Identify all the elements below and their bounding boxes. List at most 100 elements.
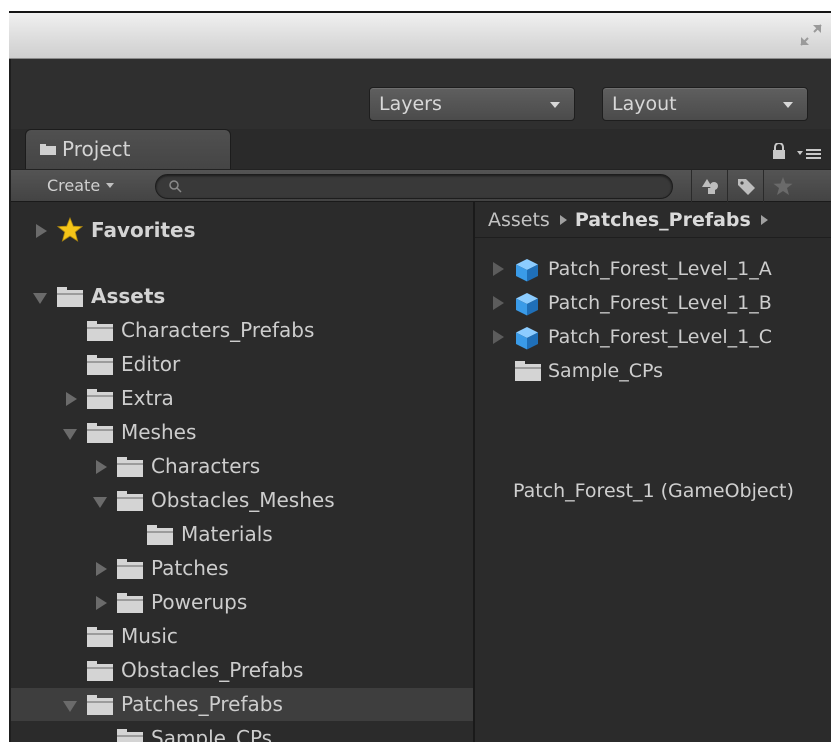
tree-item-label: Obstacles_Meshes: [151, 488, 335, 512]
tree-item-sample-cps[interactable]: Sample_CPs: [9, 722, 473, 742]
editor-window: Layers Layout Project Create Favorites A…: [9, 11, 831, 742]
expand-arrow-icon[interactable]: [493, 262, 504, 276]
tab-project[interactable]: Project: [25, 129, 231, 173]
prefab-cube-icon: [516, 259, 538, 282]
tag-icon: [738, 179, 755, 195]
expand-arrow-icon[interactable]: [96, 460, 107, 474]
breadcrumb-patches-prefabs[interactable]: Patches_Prefabs: [575, 209, 751, 231]
chevron-down-icon: [106, 183, 115, 188]
prefab-cube-icon: [516, 327, 538, 350]
folder-icon: [87, 423, 113, 443]
folder-icon: [117, 593, 143, 613]
star-icon: [773, 177, 793, 195]
search-icon: [169, 180, 182, 193]
folder-icon: [87, 695, 113, 715]
create-button[interactable]: Create: [39, 173, 122, 199]
layers-dropdown[interactable]: Layers: [369, 87, 575, 121]
tree-item-patches[interactable]: Patches: [9, 552, 473, 585]
folder-icon: [117, 559, 143, 579]
collapse-arrow-icon[interactable]: [63, 429, 77, 440]
folder-icon: [87, 661, 113, 681]
tree-item-label: Patches_Prefabs: [121, 692, 283, 716]
tree-item-obstacles-prefabs[interactable]: Obstacles_Prefabs: [9, 654, 473, 687]
tab-strip: Project: [9, 129, 831, 173]
asset-label: Sample_CPs: [548, 360, 664, 382]
tree-item-label: Characters: [151, 454, 261, 478]
tree-item-label: Meshes: [121, 420, 197, 444]
folder-icon: [57, 287, 83, 307]
layout-dropdown[interactable]: Layout: [602, 87, 808, 121]
tree-item-label: Editor: [121, 352, 181, 376]
breadcrumb: Assets Patches_Prefabs: [475, 202, 831, 238]
asset-item-patch-b[interactable]: Patch_Forest_Level_1_B: [475, 286, 831, 320]
folder-icon: [117, 729, 143, 742]
folder-icon: [87, 355, 113, 375]
tab-menu-icon[interactable]: [797, 147, 821, 161]
tree-item-label: Extra: [121, 386, 174, 410]
title-bar: [9, 11, 831, 59]
folder-icon: [87, 389, 113, 409]
asset-list: Assets Patches_Prefabs Patch_Forest_Level…: [475, 202, 831, 742]
asset-label: Patch_Forest_Level_1_C: [548, 326, 773, 348]
search-input[interactable]: [155, 174, 673, 199]
layout-dropdown-label: Layout: [612, 93, 677, 115]
tree-item-label: Obstacles_Prefabs: [121, 658, 304, 682]
asset-label: Patch_Forest_Level_1_A: [548, 258, 772, 280]
asset-label: Patch_Forest_Level_1_B: [548, 292, 772, 314]
tree-item-favorites[interactable]: Favorites: [9, 214, 473, 247]
main-toolbar: Layers Layout: [9, 59, 831, 139]
title-bar-edge: [9, 11, 831, 13]
tree-item-label: Assets: [91, 284, 166, 308]
expand-arrow-icon[interactable]: [493, 330, 504, 344]
expand-arrow-icon[interactable]: [96, 562, 107, 576]
tree-item-editor[interactable]: Editor: [9, 348, 473, 381]
tree-item-obstacles-meshes[interactable]: Obstacles_Meshes: [9, 484, 473, 517]
filter-by-type-button[interactable]: [691, 170, 727, 202]
tab-label: Project: [62, 137, 131, 161]
drag-preview-label: Patch_Forest_1 (GameObject): [513, 480, 794, 502]
expand-arrow-icon[interactable]: [96, 596, 107, 610]
asset-item-patch-a[interactable]: Patch_Forest_Level_1_A: [475, 252, 831, 286]
tree-item-characters-prefabs[interactable]: Characters_Prefabs: [9, 314, 473, 347]
tree-item-patches-prefabs[interactable]: Patches_Prefabs: [9, 688, 473, 721]
expand-arrow-icon[interactable]: [493, 296, 504, 310]
folder-icon: [87, 321, 113, 341]
filter-by-label-button[interactable]: [727, 170, 763, 202]
folder-icon: [515, 361, 541, 381]
chevron-down-icon: [783, 102, 793, 108]
project-toolbar: Create: [9, 169, 831, 202]
fullscreen-icon[interactable]: [797, 21, 825, 49]
tree-item-music[interactable]: Music: [9, 620, 473, 653]
star-icon: [57, 217, 83, 242]
folder-icon: [40, 144, 56, 155]
layers-dropdown-label: Layers: [379, 93, 442, 115]
tree-item-extra[interactable]: Extra: [9, 382, 473, 415]
collapse-arrow-icon[interactable]: [33, 293, 47, 304]
asset-item-patch-c[interactable]: Patch_Forest_Level_1_C: [475, 320, 831, 354]
collapse-arrow-icon[interactable]: [93, 497, 107, 508]
folder-icon: [147, 525, 173, 545]
folder-icon: [87, 627, 113, 647]
folder-tree: Favorites Assets Characters_Prefabs Edit…: [9, 202, 473, 742]
breadcrumb-assets[interactable]: Assets: [488, 209, 550, 231]
chevron-down-icon: [550, 102, 560, 108]
tree-item-materials[interactable]: Materials: [9, 518, 473, 551]
tree-item-label: Music: [121, 624, 178, 648]
folder-icon: [117, 491, 143, 511]
tree-item-powerups[interactable]: Powerups: [9, 586, 473, 619]
tree-item-label: Characters_Prefabs: [121, 318, 315, 342]
collapse-arrow-icon[interactable]: [63, 701, 77, 712]
tree-item-label: Favorites: [91, 218, 196, 242]
tree-item-label: Patches: [151, 556, 229, 580]
asset-item-sample-cps[interactable]: Sample_CPs: [475, 354, 831, 388]
tree-item-meshes[interactable]: Meshes: [9, 416, 473, 449]
lock-icon[interactable]: [772, 143, 786, 159]
tree-item-label: Materials: [181, 522, 273, 546]
expand-arrow-icon[interactable]: [36, 224, 47, 238]
tree-item-assets[interactable]: Assets: [9, 280, 473, 313]
expand-arrow-icon[interactable]: [66, 392, 77, 406]
save-search-button[interactable]: [763, 170, 803, 202]
folder-icon: [117, 457, 143, 477]
tree-item-characters[interactable]: Characters: [9, 450, 473, 483]
prefab-cube-icon: [516, 293, 538, 316]
